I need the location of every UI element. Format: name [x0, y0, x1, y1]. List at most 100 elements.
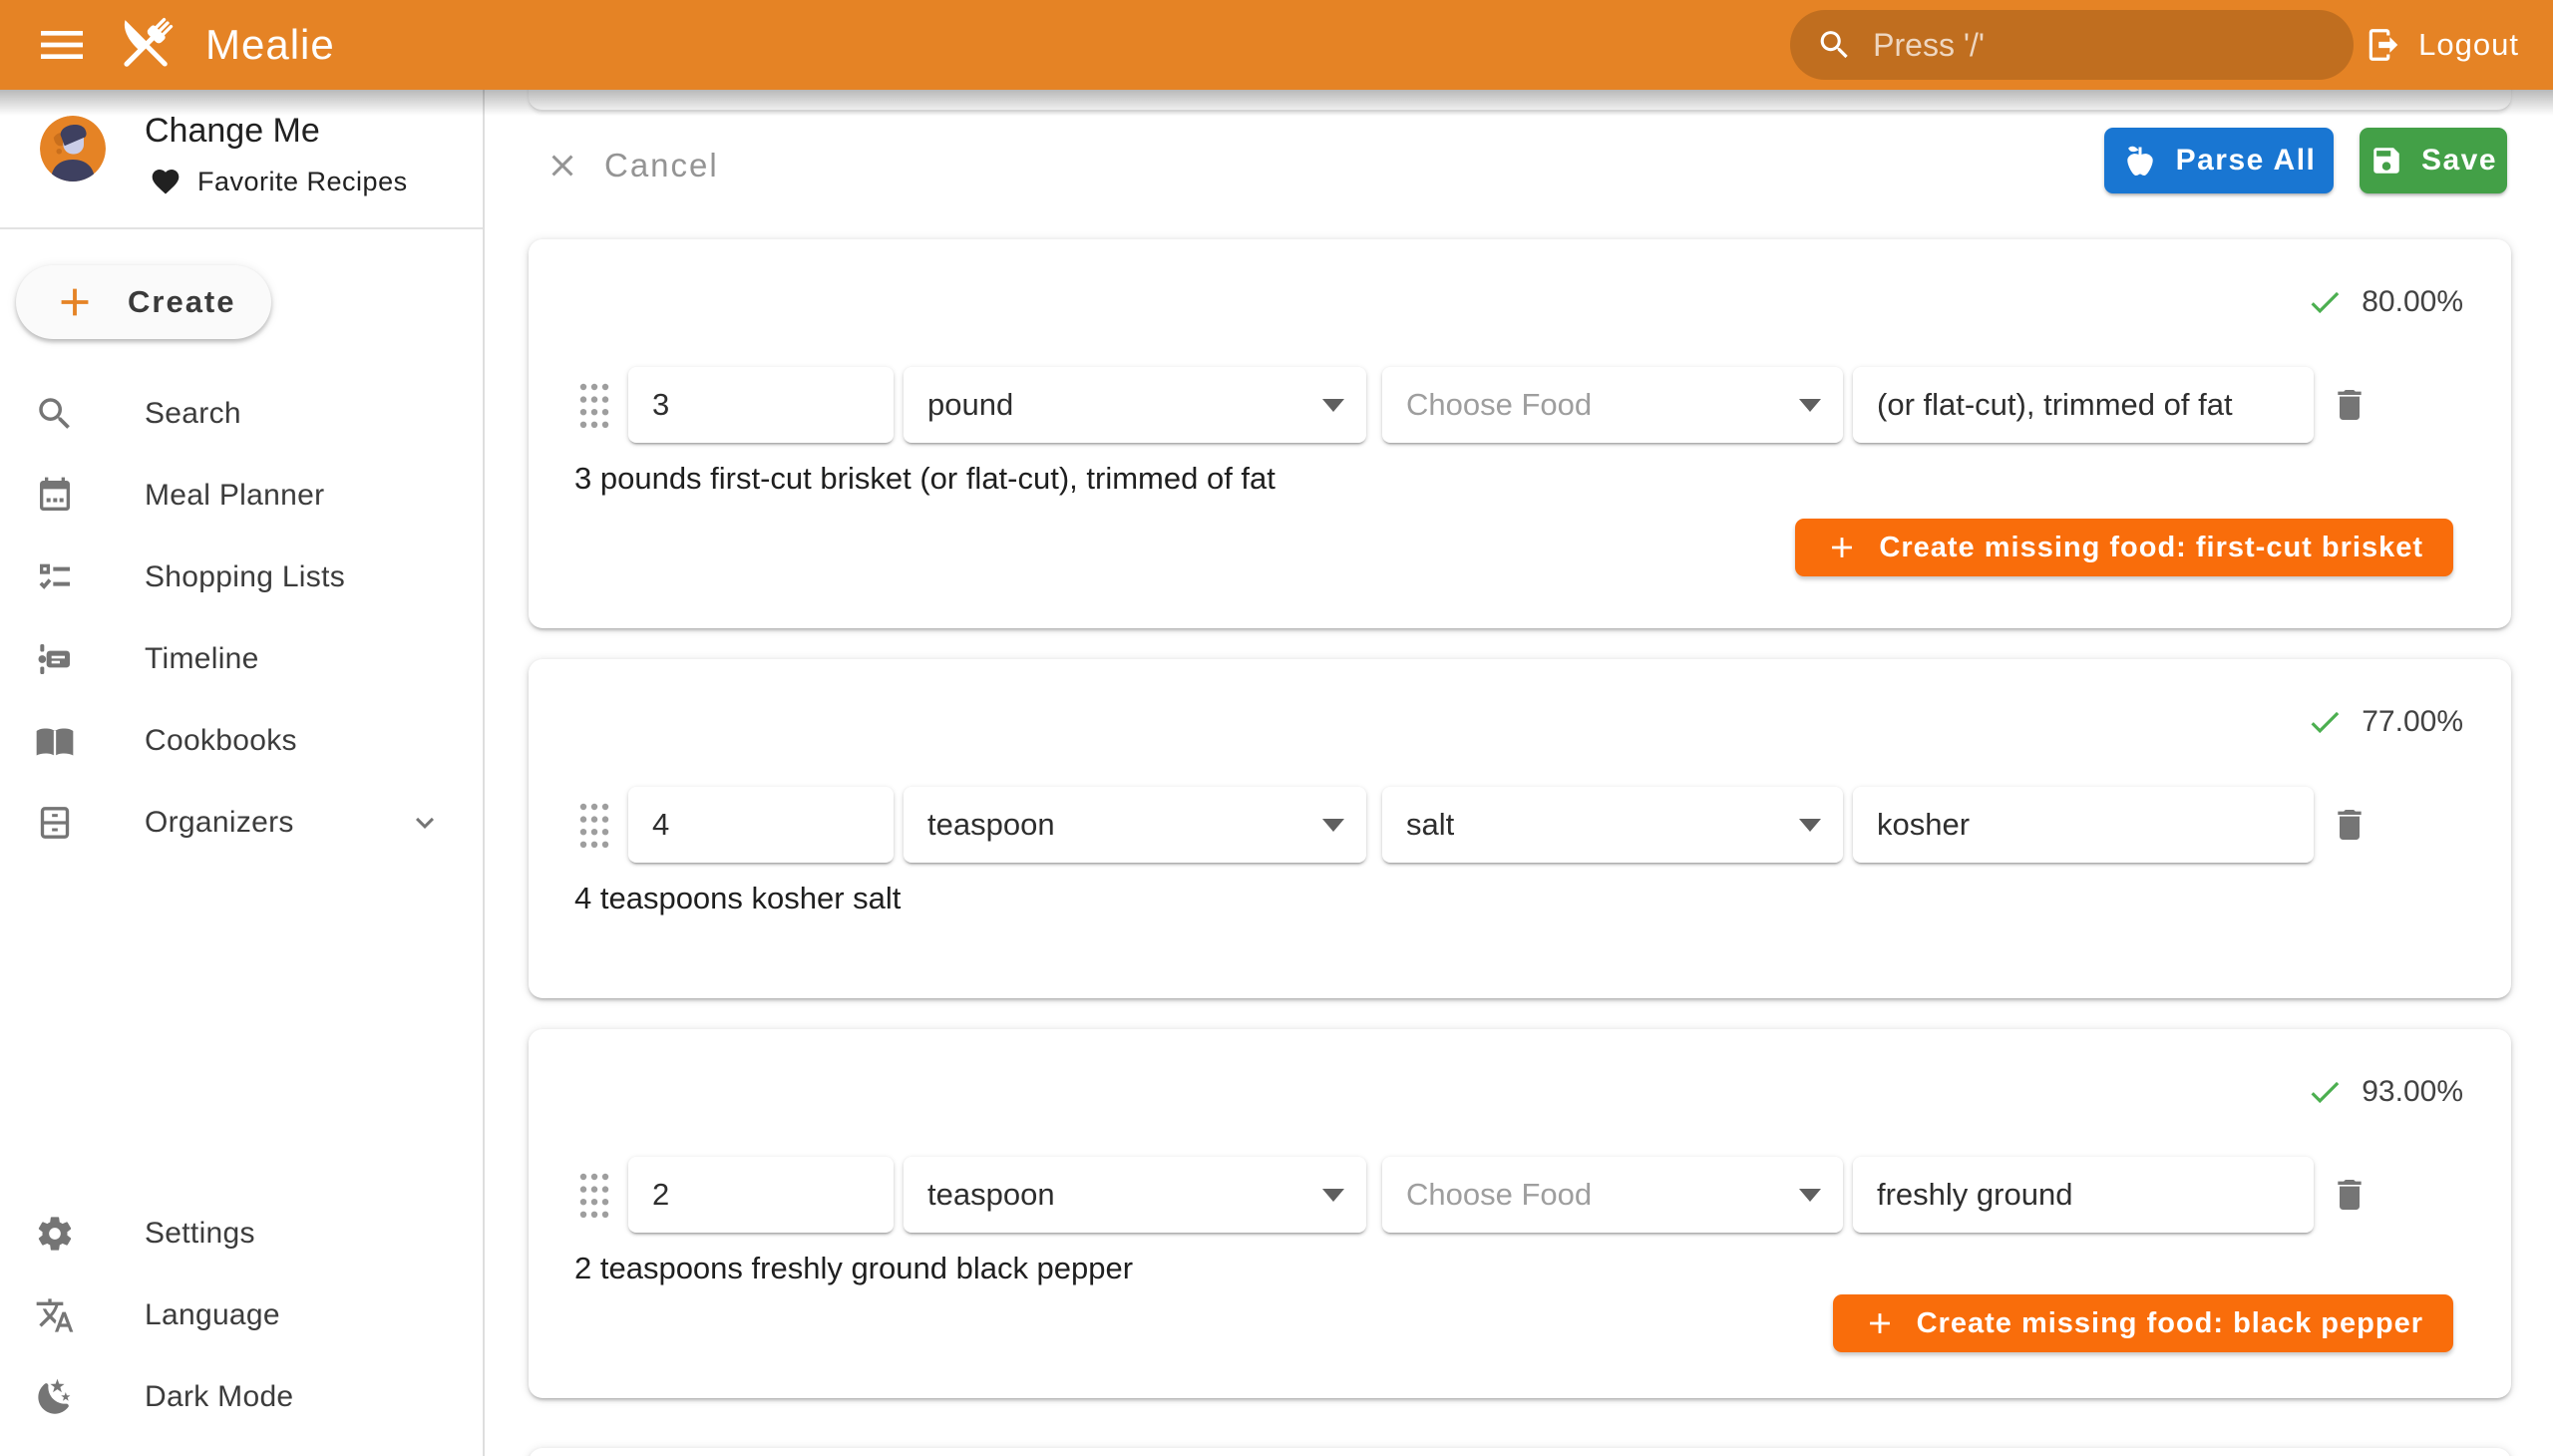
user-name: Change Me — [145, 112, 320, 151]
confidence-value: 80.00% — [2362, 285, 2463, 319]
food-select[interactable]: salt — [1382, 787, 1843, 863]
parse-all-button[interactable]: Parse All — [2104, 128, 2334, 193]
unit-select[interactable]: pound — [904, 367, 1366, 443]
logout-button[interactable]: Logout — [2355, 0, 2529, 90]
search-icon — [1816, 24, 1853, 66]
trash-icon — [2330, 805, 2370, 845]
previous-card-edge — [529, 90, 2511, 112]
confidence-value: 93.00% — [2362, 1075, 2463, 1109]
more-options-button[interactable] — [2399, 383, 2443, 427]
delete-button[interactable] — [2328, 383, 2371, 427]
favorite-recipes-link[interactable]: Favorite Recipes — [150, 166, 408, 197]
original-ingredient-text: 3 pounds first-cut brisket (or flat-cut)… — [574, 459, 1276, 499]
sidebar-divider — [0, 227, 483, 229]
delete-button[interactable] — [2328, 1173, 2371, 1217]
avatar[interactable] — [40, 116, 106, 182]
note-field[interactable] — [1853, 787, 2314, 863]
app-title: Mealie — [205, 21, 335, 69]
create-missing-food-button[interactable]: Create missing food: black pepper — [1833, 1294, 2453, 1352]
calendar-icon — [34, 475, 76, 517]
heart-icon — [150, 166, 182, 197]
sidebar-item-label: Timeline — [145, 642, 259, 676]
chevron-down-icon — [407, 805, 443, 841]
check-icon — [2306, 283, 2344, 321]
sidebar-item-language[interactable]: Language — [0, 1274, 483, 1356]
drag-handle-icon[interactable] — [578, 1171, 610, 1221]
more-options-button[interactable] — [2399, 1173, 2443, 1217]
check-icon — [2306, 1073, 2344, 1111]
logout-icon — [2365, 26, 2402, 64]
quantity-field[interactable] — [628, 787, 894, 863]
caret-down-icon — [1322, 399, 1344, 412]
note-field[interactable] — [1853, 367, 2314, 443]
mealie-logo-icon[interactable] — [108, 7, 183, 83]
sidebar-item-label: Cookbooks — [145, 724, 297, 758]
original-ingredient-text: 2 teaspoons freshly ground black pepper — [574, 1249, 1133, 1288]
unit-select[interactable]: teaspoon — [904, 1157, 1366, 1233]
ingredient-card: 77.00% teaspoon salt 4 teaspoons kosher … — [529, 659, 2511, 998]
caret-down-icon — [1322, 819, 1344, 832]
sidebar-item-organizers[interactable]: Organizers — [0, 782, 483, 864]
sidebar-item-label: Shopping Lists — [145, 560, 345, 594]
sidebar-item-timeline[interactable]: Timeline — [0, 618, 483, 700]
original-ingredient-text: 4 teaspoons kosher salt — [574, 879, 901, 918]
drag-handle-icon[interactable] — [578, 801, 610, 851]
sidebar: Change Me Favorite Recipes Create Search… — [0, 90, 485, 1456]
sidebar-item-settings[interactable]: Settings — [0, 1193, 483, 1274]
top-app-bar: Mealie Logout — [0, 0, 2553, 90]
food-select[interactable]: Choose Food — [1382, 1157, 1843, 1233]
global-search[interactable] — [1790, 10, 2354, 80]
quantity-field[interactable] — [628, 1157, 894, 1233]
create-button[interactable]: Create — [16, 265, 271, 339]
caret-down-icon — [1799, 1189, 1821, 1202]
timeline-icon — [34, 638, 76, 680]
ingredient-card: 80.00% pound Choose Food 3 pounds first-… — [529, 239, 2511, 628]
menu-icon[interactable] — [30, 13, 94, 77]
cabinet-icon — [34, 802, 76, 844]
create-label: Create — [128, 284, 236, 320]
food-select[interactable]: Choose Food — [1382, 367, 1843, 443]
sidebar-item-label: Settings — [145, 1217, 255, 1251]
sidebar-item-shopping-lists[interactable]: Shopping Lists — [0, 537, 483, 618]
ingredient-inputs-row: teaspoon salt — [529, 787, 2511, 863]
delete-button[interactable] — [2328, 803, 2371, 847]
search-icon — [34, 393, 76, 435]
cancel-label: Cancel — [604, 147, 719, 184]
unit-select[interactable]: teaspoon — [904, 787, 1366, 863]
mealie-app: Mealie Logout Change Me — [0, 0, 2553, 1456]
note-field[interactable] — [1853, 1157, 2314, 1233]
save-icon — [2370, 144, 2403, 178]
search-input[interactable] — [1871, 26, 2328, 65]
user-section[interactable]: Change Me Favorite Recipes — [0, 90, 483, 227]
close-icon — [545, 148, 580, 183]
sidebar-item-label: Dark Mode — [145, 1380, 293, 1414]
caret-down-icon — [1799, 399, 1821, 412]
sidebar-item-dark-mode[interactable]: Dark Mode — [0, 1356, 483, 1438]
sidebar-item-label: Meal Planner — [145, 479, 324, 513]
sidebar-item-cookbooks[interactable]: Cookbooks — [0, 700, 483, 782]
more-options-button[interactable] — [2399, 803, 2443, 847]
confidence-row: 93.00% — [2306, 1073, 2463, 1111]
book-icon — [34, 720, 76, 762]
save-button[interactable]: Save — [2360, 128, 2507, 193]
trash-icon — [2330, 385, 2370, 425]
plus-icon — [52, 279, 98, 325]
sidebar-item-label: Search — [145, 397, 241, 431]
create-missing-food-button[interactable]: Create missing food: first-cut brisket — [1795, 519, 2453, 576]
ingredient-parser-main: Cancel Parse All Save 80.00% pound Choos… — [485, 90, 2553, 1456]
sidebar-item-search[interactable]: Search — [0, 373, 483, 455]
favorites-label: Favorite Recipes — [197, 167, 408, 197]
caret-down-icon — [1322, 1189, 1344, 1202]
caret-down-icon — [1799, 819, 1821, 832]
check-icon — [2306, 703, 2344, 741]
quantity-field[interactable] — [628, 367, 894, 443]
ingredient-inputs-row: teaspoon Choose Food — [529, 1157, 2511, 1233]
sidebar-item-meal-planner[interactable]: Meal Planner — [0, 455, 483, 537]
gear-icon — [34, 1213, 76, 1255]
ingredient-card: 93.00% teaspoon Choose Food 2 teaspoons … — [529, 1029, 2511, 1398]
logout-label: Logout — [2418, 27, 2519, 63]
drag-handle-icon[interactable] — [578, 381, 610, 431]
confidence-row: 77.00% — [2306, 703, 2463, 741]
translate-icon — [34, 1294, 76, 1336]
cancel-button[interactable]: Cancel — [545, 136, 719, 195]
